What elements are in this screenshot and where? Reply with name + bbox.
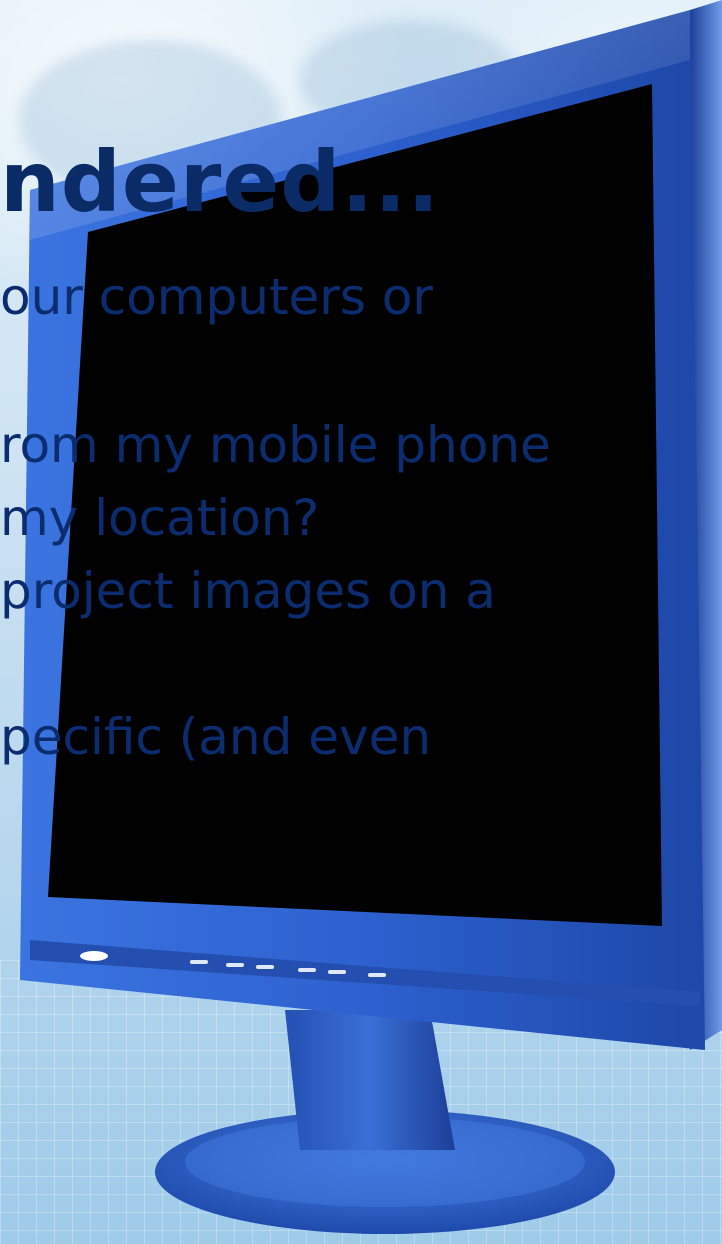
slide-line-1: our computers or	[0, 268, 433, 326]
slide-line-3: my location?	[0, 489, 320, 547]
slide-title: ndered...	[0, 133, 441, 231]
slide-line-5: pecific (and even	[0, 708, 432, 766]
slide-line-4: project images on a	[0, 562, 496, 620]
slide-text: ndered... our computers or rom my mobile…	[0, 0, 722, 1244]
slide-line-2: rom my mobile phone	[0, 416, 551, 474]
